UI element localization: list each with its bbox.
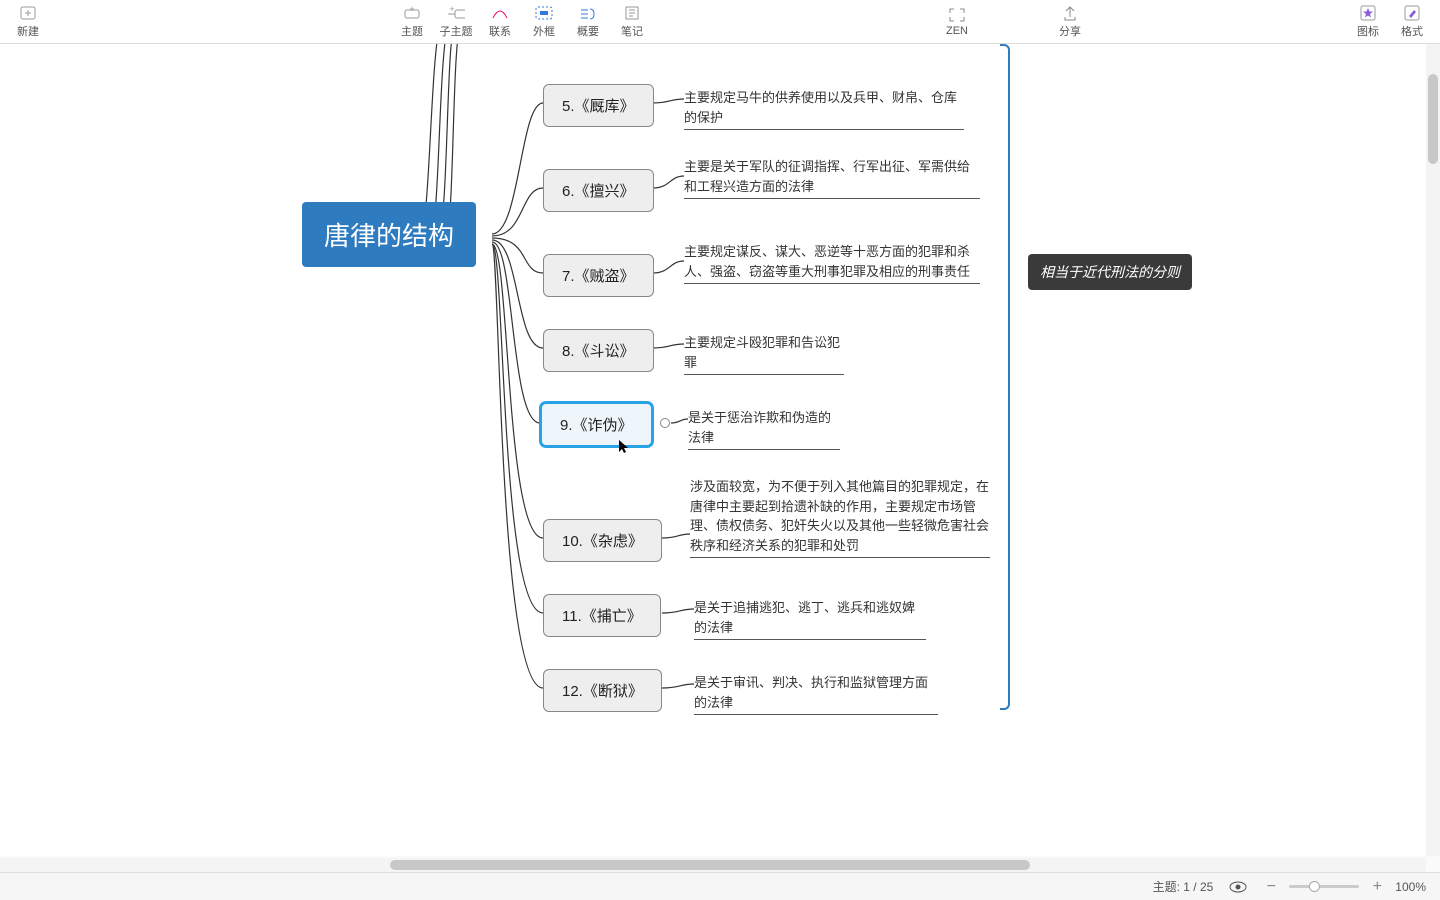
relation-button[interactable]: 联系	[478, 0, 522, 44]
node-10[interactable]: 10.《杂虑》	[543, 519, 662, 562]
topic-count: 主题: 1 / 25	[1153, 878, 1214, 895]
brush-icon	[1403, 5, 1421, 21]
share-icon	[1061, 5, 1079, 21]
desc-5[interactable]: 主要规定马牛的供养使用以及兵甲、财帛、仓库的保护	[684, 88, 964, 130]
desc-9[interactable]: 是关于惩治诈欺和伪造的法律	[688, 408, 840, 450]
node-8[interactable]: 8.《斗讼》	[543, 329, 654, 372]
zoom-control: − + 100%	[1263, 878, 1426, 896]
format-button[interactable]: 格式	[1390, 0, 1434, 44]
topic-button[interactable]: + 主题	[390, 0, 434, 44]
zoom-out-button[interactable]: −	[1263, 878, 1279, 896]
note-label: 笔记	[621, 23, 643, 39]
share-button[interactable]: 分享	[1048, 0, 1092, 44]
desc-10[interactable]: 涉及面较宽，为不便于列入其他篇目的犯罪规定，在唐律中主要起到拾遗补缺的作用，主要…	[690, 477, 990, 558]
boundary-icon	[535, 5, 553, 21]
vertical-scroll-thumb[interactable]	[1428, 74, 1438, 164]
subtopic-label: 子主题	[440, 23, 473, 39]
desc-12[interactable]: 是关于审讯、判决、执行和监狱管理方面的法律	[694, 673, 938, 715]
topic-icon: +	[403, 5, 421, 21]
topic-label: 主题	[401, 23, 423, 39]
toolbar: 新建 + 主题 + 子主题 联系 外框 概要 笔记 ZEN	[0, 0, 1440, 44]
fullscreen-icon	[948, 7, 966, 23]
desc-6[interactable]: 主要是关于军队的征调指挥、行军出征、军需供给和工程兴造方面的法律	[684, 157, 980, 199]
vertical-scrollbar[interactable]	[1426, 44, 1440, 856]
new-label: 新建	[17, 23, 39, 39]
note-button[interactable]: 笔记	[610, 0, 654, 44]
summary-bracket	[1000, 44, 1010, 710]
share-label: 分享	[1059, 23, 1081, 39]
summary-label[interactable]: 相当于近代刑法的分则	[1028, 254, 1192, 290]
new-button[interactable]: 新建	[6, 0, 50, 44]
subtopic-button[interactable]: + 子主题	[434, 0, 478, 44]
star-icon	[1359, 5, 1377, 21]
node-9-selected[interactable]: 9.《诈伪》	[540, 402, 653, 447]
node-11[interactable]: 11.《捕亡》	[543, 594, 661, 637]
node-5[interactable]: 5.《厩库》	[543, 84, 654, 127]
desc-8[interactable]: 主要规定斗殴犯罪和告讼犯罪	[684, 333, 844, 375]
node-7[interactable]: 7.《贼盗》	[543, 254, 654, 297]
node-6[interactable]: 6.《擅兴》	[543, 169, 654, 212]
subtopic-icon: +	[447, 5, 465, 21]
plus-icon	[19, 5, 37, 21]
zen-label: ZEN	[946, 25, 968, 37]
central-topic[interactable]: 唐律的结构	[302, 202, 476, 267]
status-bar: 主题: 1 / 25 − + 100%	[0, 872, 1440, 900]
desc-7[interactable]: 主要规定谋反、谋大、恶逆等十恶方面的犯罪和杀人、强盗、窃盗等重大刑事犯罪及相应的…	[684, 242, 980, 284]
zoom-value: 100%	[1395, 880, 1426, 894]
summary-button[interactable]: 概要	[566, 0, 610, 44]
mindmap-canvas[interactable]: 唐律的结构 5.《厩库》 6.《擅兴》 7.《贼盗》 8.《斗讼》 9.《诈伪》…	[0, 44, 1426, 856]
horizontal-scrollbar[interactable]	[0, 858, 1426, 872]
summary-icon	[579, 5, 597, 21]
boundary-button[interactable]: 外框	[522, 0, 566, 44]
svg-text:+: +	[449, 6, 454, 14]
horizontal-scroll-thumb[interactable]	[390, 860, 1030, 870]
zoom-knob[interactable]	[1309, 881, 1320, 892]
note-icon	[623, 5, 641, 21]
node-12[interactable]: 12.《断狱》	[543, 669, 662, 712]
relation-icon	[491, 5, 509, 21]
desc-11[interactable]: 是关于追捕逃犯、逃丁、逃兵和逃奴婢的法律	[694, 598, 926, 640]
zoom-in-button[interactable]: +	[1369, 878, 1385, 896]
visibility-icon[interactable]	[1229, 878, 1247, 896]
summary-label: 概要	[577, 23, 599, 39]
svg-text:+: +	[409, 6, 414, 14]
collapse-handle[interactable]	[660, 418, 670, 428]
relation-label: 联系	[489, 23, 511, 39]
cursor-icon	[619, 440, 629, 454]
format-label: 格式	[1401, 23, 1423, 39]
zen-button[interactable]: ZEN	[935, 0, 979, 44]
boundary-label: 外框	[533, 23, 555, 39]
icon-button[interactable]: 图标	[1346, 0, 1390, 44]
zoom-slider[interactable]	[1289, 885, 1359, 888]
icon-label: 图标	[1357, 23, 1379, 39]
